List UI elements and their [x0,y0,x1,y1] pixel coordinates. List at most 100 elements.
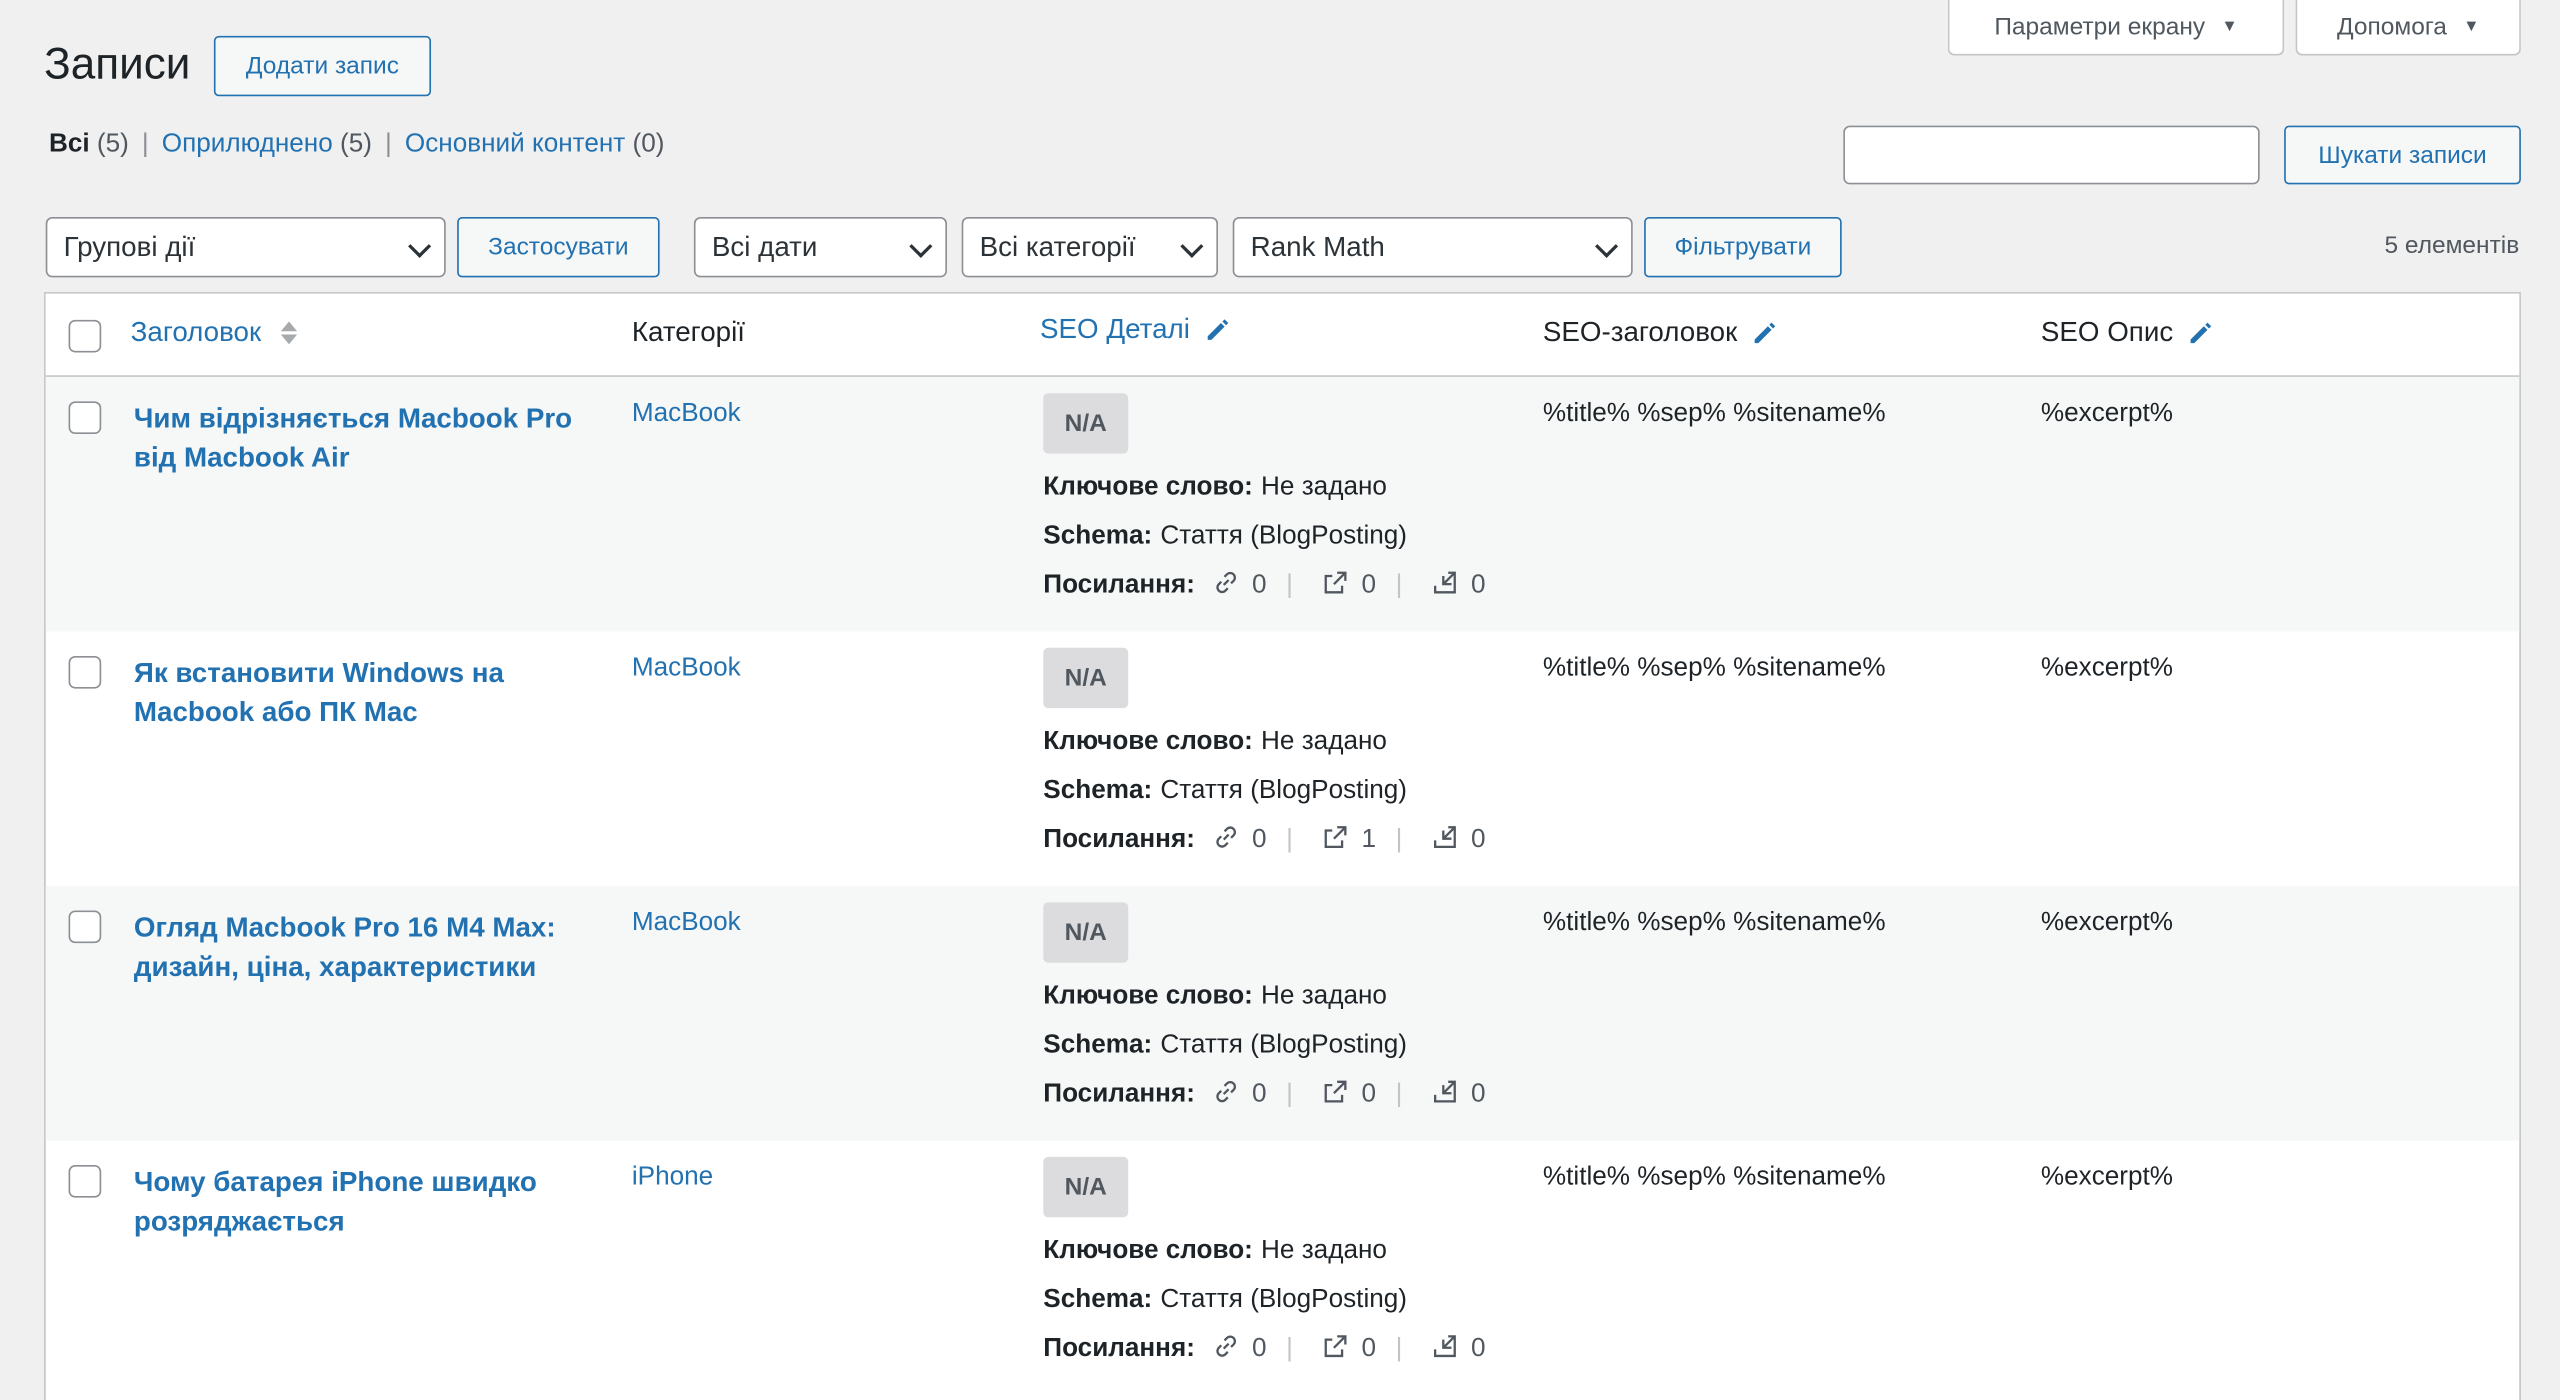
posts-screen: Параметри екрану ▼ Допомога ▼ Записи Дод… [0,0,2560,1400]
dates-filter-select[interactable]: Всі дати [693,217,947,278]
post-category-link[interactable]: MacBook [632,909,741,938]
incoming-links-count: 0 [1471,571,1486,599]
links-label: Посилання: [1043,825,1195,854]
focus-keyword-line: Ключове слово: Не задано [1043,1237,1387,1266]
incoming-links-count: 0 [1471,1334,1486,1363]
schema-line: Schema: Стаття (BlogPosting) [1043,1031,1407,1060]
link-icon [1216,1080,1236,1103]
post-category-link[interactable]: iPhone [632,1163,713,1192]
screen-options-label: Параметри екрану [1994,13,2206,41]
external-link-icon [1324,1335,1347,1358]
search-input[interactable] [1843,125,2260,185]
post-category-link[interactable]: MacBook [632,400,741,429]
post-title-link[interactable]: Огляд Macbook Pro 16 M4 Max: дизайн, цін… [134,909,607,987]
focus-keyword-line: Ключове слово: Не задано [1043,982,1387,1011]
links-line: Посилання: 0 | 1 | 0 [1043,825,1486,854]
schema-label: Schema: [1043,522,1153,550]
table-row: Чим відрізняється Macbook Pro від Macboo… [45,376,2520,632]
chevron-down-icon [1180,234,1204,258]
view-published-link[interactable]: Оприлюднено [162,131,333,159]
external-link-icon [1324,826,1347,848]
post-title-link[interactable]: Як встановити Windows на Macbook або ПК … [134,654,607,732]
view-cornerstone-link[interactable]: Основний контент [405,131,625,159]
select-all-checkbox[interactable] [68,319,102,353]
internal-links-count: 0 [1252,825,1267,854]
search-posts-button[interactable]: Шукати записи [2284,125,2521,185]
schema-line: Schema: Стаття (BlogPosting) [1043,1286,1407,1315]
keyword-value: Не задано [1261,473,1387,501]
view-published-count: (5) [340,130,372,159]
help-label: Допомога [2337,13,2447,41]
schema-value: Стаття (BlogPosting) [1160,522,1408,550]
post-title-link[interactable]: Чому батарея iPhone швидко розряджається [134,1163,607,1241]
table-row: Чому батарея iPhone швидко розряджається… [46,1141,2520,1396]
row-checkbox[interactable] [68,655,102,689]
column-title[interactable]: Заголовок [131,317,298,350]
pencil-icon[interactable] [1750,318,1779,347]
column-seo-description: SEO Опис [2041,317,2216,350]
dropdown-arrow-icon: ▼ [2463,17,2480,36]
dropdown-arrow-icon: ▼ [2221,17,2238,36]
view-all-count: (5) [96,130,129,159]
seo-title-value: %title% %sep% %sitename% [1542,654,1886,683]
view-cornerstone-count: (0) [632,130,665,159]
external-link-icon [1324,571,1347,594]
seo-description-value: %excerpt% [2040,654,2173,683]
categories-filter-select[interactable]: Всі категорії [961,217,1218,278]
help-button[interactable]: Допомога ▼ [2295,0,2521,56]
internal-links-count: 0 [1252,571,1267,599]
external-links-count: 0 [1361,1080,1377,1108]
external-links-count: 0 [1361,571,1377,599]
column-seo-title: SEO-заголовок [1543,317,1780,350]
filter-button[interactable]: Фільтрувати [1644,217,1842,278]
keyword-label: Ключове слово: [1043,1236,1253,1265]
row-checkbox[interactable] [68,1165,102,1198]
seo-filter-value: Rank Math [1250,230,1385,262]
column-seo-description-label: SEO Опис [2040,316,2174,348]
schema-label: Schema: [1043,1031,1153,1059]
post-category-link[interactable]: MacBook [632,654,741,683]
chevron-down-icon [1595,234,1619,258]
seo-description-value: %excerpt% [2040,908,2173,937]
keyword-label: Ключове слово: [1043,982,1253,1011]
external-links-count: 1 [1361,825,1377,854]
pencil-icon[interactable] [1203,315,1232,344]
incoming-link-icon [1433,571,1456,594]
schema-label: Schema: [1043,1285,1153,1314]
screen-options-button[interactable]: Параметри екрану ▼ [1947,0,2285,56]
column-categories: Категорії [631,316,745,348]
column-seo-details-label: SEO Деталі [1040,313,1190,345]
schema-value: Стаття (BlogPosting) [1160,1285,1408,1314]
view-separator: | [385,130,392,159]
post-status-views: Всі (5) | Оприлюднено (5) | Основний кон… [49,131,664,160]
links-label: Посилання: [1043,571,1195,599]
links-line: Посилання: 0 | 0 | 0 [1043,1334,1486,1363]
pencil-icon[interactable] [2186,318,2215,347]
links-label: Посилання: [1043,1334,1195,1363]
column-seo-title-label: SEO-заголовок [1542,316,1738,348]
schema-value: Стаття (BlogPosting) [1160,1031,1408,1059]
incoming-link-icon [1433,1080,1456,1103]
post-title-link[interactable]: Чим відрізняється Macbook Pro від Macboo… [134,400,607,478]
row-checkbox[interactable] [68,910,102,944]
bulk-actions-value: Групові дії [63,230,196,262]
links-label: Посилання: [1043,1080,1195,1108]
external-link-icon [1324,1080,1347,1103]
seo-score-badge: N/A [1043,902,1129,963]
incoming-links-count: 0 [1471,825,1486,854]
row-checkbox[interactable] [68,401,102,435]
internal-links-count: 0 [1252,1080,1267,1108]
seo-description-value: %excerpt% [2040,399,2173,428]
schema-value: Стаття (BlogPosting) [1160,776,1408,805]
add-new-post-button[interactable]: Додати запис [213,35,432,97]
chevron-down-icon [909,234,933,258]
keyword-label: Ключове слово: [1043,727,1253,756]
apply-button[interactable]: Застосувати [457,217,660,278]
column-seo-details[interactable]: SEO Деталі [1040,313,1232,346]
link-icon [1216,1335,1236,1357]
view-all-link[interactable]: Всі [49,131,90,159]
table-row: Як встановити Windows на Macbook або ПК … [46,631,2520,886]
bulk-actions-select[interactable]: Групові дії [45,217,446,278]
seo-score-badge: N/A [1043,1156,1129,1218]
seo-filter-select[interactable]: Rank Math [1232,217,1633,278]
